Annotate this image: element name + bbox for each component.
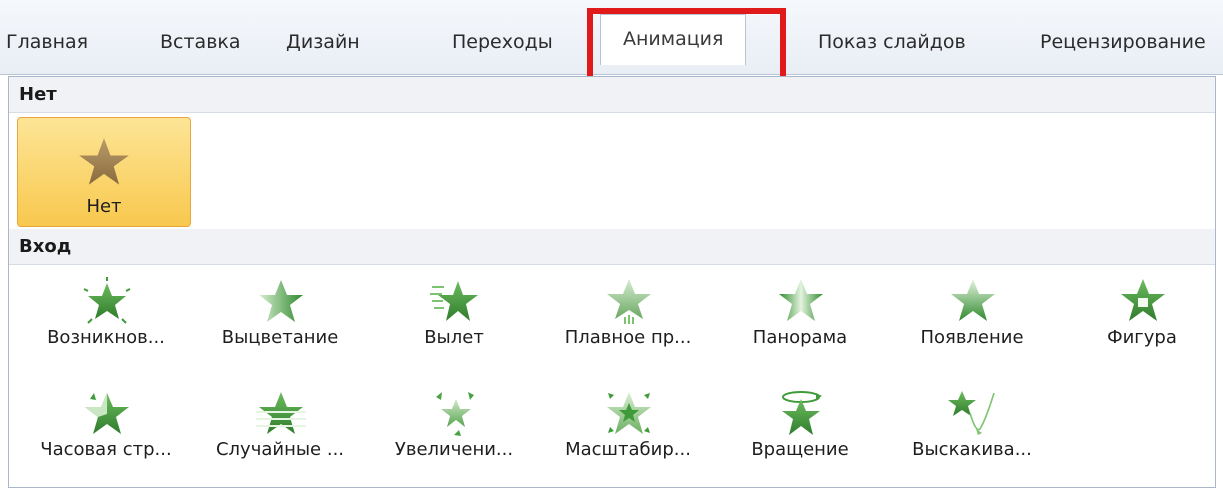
effect-fly-in[interactable]: Вылет xyxy=(367,277,541,359)
animation-none-tile[interactable]: Нет xyxy=(17,117,191,227)
effect-label: Случайные ... xyxy=(215,439,345,460)
effect-shape[interactable]: Фигура xyxy=(1055,277,1223,359)
effect-label: Вылет xyxy=(424,327,484,348)
effect-label: Масштабир... xyxy=(565,439,691,460)
effect-float-in[interactable]: Плавное пр... xyxy=(541,277,715,359)
effect-label: Вращение xyxy=(751,439,849,460)
star-none-icon xyxy=(79,138,129,185)
appear-star-icon xyxy=(83,277,131,324)
tab-insert[interactable]: Вставка xyxy=(160,26,241,58)
effect-label: Выскакива... xyxy=(912,439,1032,460)
tab-slide-show[interactable]: Показ слайдов xyxy=(818,26,966,58)
effect-wheel[interactable]: Часовая стр... xyxy=(19,389,193,471)
tab-animations[interactable]: Анимация xyxy=(600,14,747,65)
effect-fade[interactable]: Выцветание xyxy=(193,277,367,359)
zoom-star-icon xyxy=(607,392,651,434)
effect-label: Плавное пр... xyxy=(564,327,692,348)
effect-appear[interactable]: Возникнов... xyxy=(19,277,193,359)
bounce-star-icon xyxy=(948,391,995,435)
animation-none-label: Нет xyxy=(86,196,122,217)
split-star-icon xyxy=(779,279,823,321)
effect-label: Часовая стр... xyxy=(40,439,172,460)
wheel-star-icon xyxy=(85,393,129,434)
tab-design[interactable]: Дизайн xyxy=(286,26,360,58)
effect-label: Панорама xyxy=(752,327,848,348)
effect-label: Возникнов... xyxy=(47,327,165,348)
ribbon-tab-strip: Главная Вставка Дизайн Переходы Анимация… xyxy=(0,0,1223,75)
effect-grow-turn[interactable]: Увеличени... xyxy=(367,389,541,471)
tab-transitions[interactable]: Переходы xyxy=(452,26,553,58)
effect-bounce[interactable]: Выскакива... xyxy=(885,389,1059,471)
effect-split[interactable]: Панорама xyxy=(713,277,887,359)
effect-zoom[interactable]: Масштабир... xyxy=(541,389,715,471)
random-bars-star-icon xyxy=(256,392,306,434)
tab-home[interactable]: Главная xyxy=(6,26,88,58)
effect-label: Появление xyxy=(920,327,1024,348)
fly-in-star-icon xyxy=(430,281,478,321)
effect-label: Выцветание xyxy=(221,327,339,348)
float-in-star-icon xyxy=(607,279,651,324)
fade-star-icon xyxy=(259,280,303,322)
grow-turn-star-icon xyxy=(436,392,474,436)
animation-gallery: Нет Нет Вход Возникнов... Выцветание Выл… xyxy=(8,76,1216,488)
tab-review[interactable]: Рецензирование xyxy=(1040,26,1206,58)
wipe-star-icon xyxy=(951,279,995,321)
effect-swivel[interactable]: Вращение xyxy=(713,389,887,471)
effect-label: Фигура xyxy=(1107,327,1177,348)
effect-wipe[interactable]: Появление xyxy=(885,277,1059,359)
shape-star-icon xyxy=(1121,279,1165,321)
effect-random-bars[interactable]: Случайные ... xyxy=(193,389,367,471)
section-header-entrance: Вход xyxy=(9,229,1215,265)
swivel-star-icon xyxy=(782,391,822,435)
effect-label: Увеличени... xyxy=(394,439,514,460)
section-header-none: Нет xyxy=(9,77,1215,113)
